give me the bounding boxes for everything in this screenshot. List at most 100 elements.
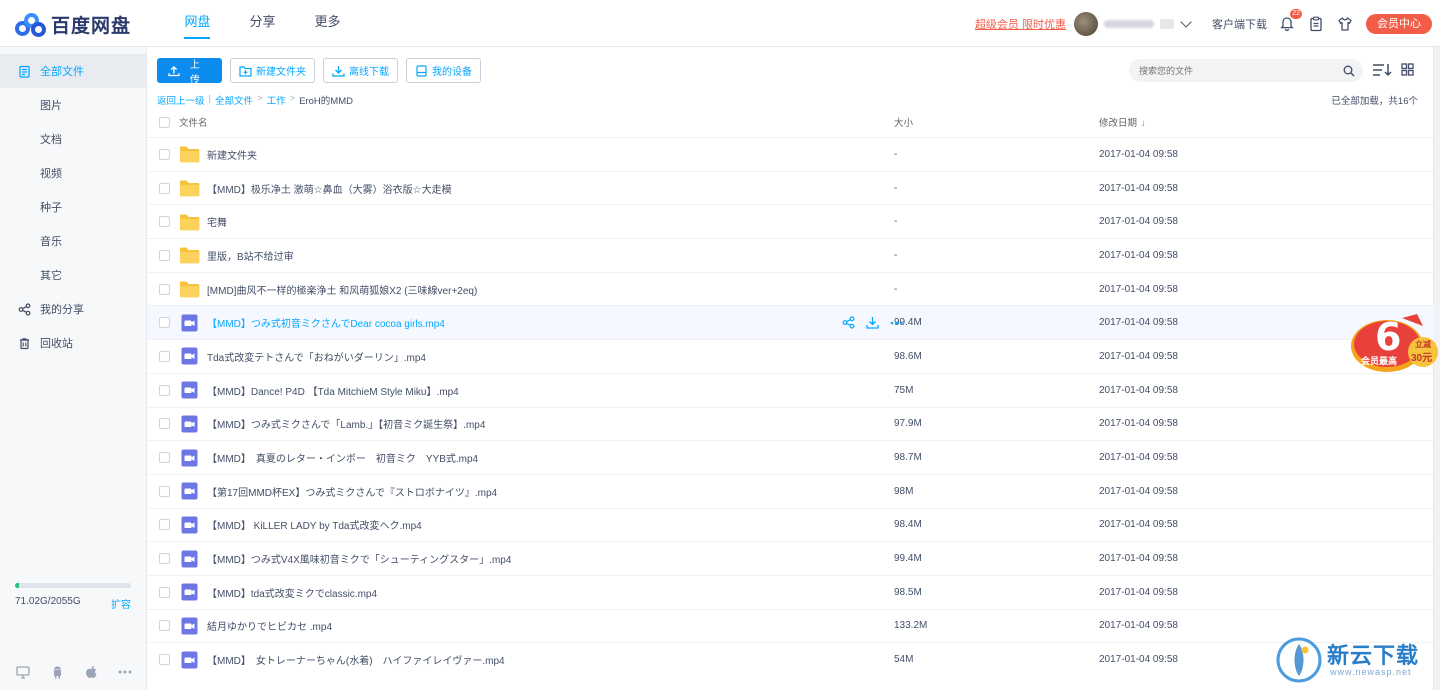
nav-share[interactable]: 分享: [230, 0, 295, 47]
expand-storage-link[interactable]: 扩容: [111, 596, 131, 611]
file-name[interactable]: 結月ゆかりでヒビカセ .mp4: [207, 618, 332, 633]
avatar[interactable]: [1074, 11, 1098, 36]
sidebar-item-my-shares[interactable]: 我的分享: [0, 292, 146, 326]
search-icon[interactable]: [1343, 65, 1355, 80]
table-row[interactable]: 【MMD】つみ式ミクさんで「Lamb.」【初音ミク誕生祭】.mp4 97.9M 20…: [147, 406, 1434, 441]
row-checkbox[interactable]: [159, 620, 170, 632]
row-checkbox[interactable]: [159, 654, 170, 666]
row-checkbox[interactable]: [159, 249, 170, 261]
video-file-icon[interactable]: [179, 314, 200, 332]
row-checkbox[interactable]: [159, 350, 170, 362]
sidebar-item-music[interactable]: 音乐: [0, 224, 146, 258]
row-checkbox[interactable]: [159, 148, 170, 160]
table-row[interactable]: 結月ゆかりでヒビカセ .mp4 133.2M 2017-01-04 09:58: [147, 608, 1434, 643]
file-name[interactable]: 里版，B站不给过审: [207, 248, 294, 263]
video-file-icon[interactable]: [179, 381, 200, 399]
sort-desc-arrow-icon[interactable]: ↓: [1141, 118, 1146, 129]
notification-bell-icon[interactable]: 22: [1279, 8, 1302, 32]
new-folder-button[interactable]: 新建文件夹: [230, 58, 315, 83]
table-row[interactable]: 【MMD】つみ式初音ミクさんでDear cocoa girls.mp4 99.4M…: [147, 305, 1434, 340]
offline-download-button[interactable]: 离线下载: [323, 58, 398, 83]
table-row[interactable]: 【MMD】极乐净土 激萌☆鼻血（大雾）浴衣版☆大走模 - 2017-01-04 09…: [147, 170, 1434, 205]
table-row[interactable]: 【MMD】Dance! P4D 【Tda MitchieM Style Miku…: [147, 372, 1434, 407]
search-input[interactable]: [1129, 59, 1363, 82]
video-file-icon[interactable]: [179, 651, 200, 669]
table-row[interactable]: 【MMD】 女トレーナーちゃん(水着) ハイファイレイヴァー.mp4 54M 201…: [147, 642, 1434, 676]
my-devices-button[interactable]: 我的设备: [406, 58, 481, 83]
sidebar-item-documents[interactable]: 文档: [0, 122, 146, 156]
username-blurred[interactable]: [1104, 19, 1154, 28]
logo[interactable]: 百度网盘: [15, 11, 131, 38]
folder-icon[interactable]: [179, 280, 200, 298]
folder-icon[interactable]: [179, 246, 200, 264]
video-file-icon[interactable]: [179, 415, 200, 433]
select-all-checkbox[interactable]: [159, 116, 170, 128]
vip-promo-badge[interactable]: 6 立减 30元 会员最高: [1347, 312, 1439, 376]
row-checkbox[interactable]: [159, 182, 170, 194]
folder-icon[interactable]: [179, 179, 200, 197]
folder-icon[interactable]: [179, 213, 200, 231]
video-file-icon[interactable]: [179, 550, 200, 568]
client-download-link[interactable]: 客户端下载: [1212, 16, 1267, 32]
sidebar-item-videos[interactable]: 视频: [0, 156, 146, 190]
table-row[interactable]: 宅舞 - 2017-01-04 09:58: [147, 204, 1434, 238]
download-icon[interactable]: [865, 315, 880, 330]
file-name[interactable]: 【MMD】 真夏のレター・インボー 初音ミク YYB式.mp4: [207, 450, 478, 465]
row-checkbox[interactable]: [159, 317, 170, 329]
tshirt-skin-icon[interactable]: [1337, 16, 1353, 32]
apple-icon[interactable]: [83, 665, 99, 679]
desktop-icon[interactable]: [15, 665, 31, 679]
video-file-icon[interactable]: [179, 516, 200, 534]
file-name[interactable]: 【MMD】つみ式V4X風味初音ミクで「シューティングスター」.mp4: [207, 551, 511, 566]
table-row[interactable]: Tda式改変テトさんで「おねがいダーリン」.mp4 98.6M 2017-01-04…: [147, 339, 1434, 373]
video-file-icon[interactable]: [179, 617, 200, 635]
sidebar-item-images[interactable]: 图片: [0, 88, 146, 122]
clipboard-icon[interactable]: [1308, 16, 1324, 32]
video-file-icon[interactable]: [179, 482, 200, 500]
vip-center-button[interactable]: 会员中心: [1366, 13, 1432, 34]
sidebar-item-recycle-bin[interactable]: 回收站: [0, 326, 146, 360]
file-name[interactable]: 【MMD】つみ式初音ミクさんでDear cocoa girls.mp4: [207, 315, 445, 330]
table-row[interactable]: 【第17回MMD杯EX】つみ式ミクさんで『ストロボナイツ』.mp4 98M 2017…: [147, 473, 1434, 508]
share-icon[interactable]: [841, 315, 856, 330]
breadcrumb-folder[interactable]: 工作: [267, 93, 286, 107]
file-name[interactable]: 新建文件夹: [207, 147, 257, 162]
column-header-name[interactable]: 文件名: [179, 115, 208, 129]
file-name[interactable]: 【MMD】tda式改変ミクでclassic.mp4: [207, 585, 377, 600]
column-header-size[interactable]: 大小: [894, 118, 913, 129]
table-row[interactable]: 【MMD】 真夏のレター・インボー 初音ミク YYB式.mp4 98.7M 2017…: [147, 440, 1434, 474]
row-checkbox[interactable]: [159, 418, 170, 430]
sort-toggle-icon[interactable]: [1372, 63, 1392, 80]
super-vip-promo-link[interactable]: 超级会员 限时优惠: [975, 16, 1066, 32]
file-name[interactable]: 【MMD】 女トレーナーちゃん(水着) ハイファイレイヴァー.mp4: [207, 652, 505, 667]
more-options-icon[interactable]: [889, 315, 904, 330]
column-header-date[interactable]: 修改日期: [1099, 118, 1137, 129]
table-row[interactable]: [MMD]曲风不一样的極楽浄土 和风萌狐娘X2 (三味線ver+2eq) - 201…: [147, 271, 1434, 306]
table-row[interactable]: 【MMD】 KiLLER LADY by Tda式改変ヘク.mp4 98.4M 20…: [147, 507, 1434, 542]
chevron-down-icon[interactable]: [1180, 15, 1192, 28]
video-file-icon[interactable]: [179, 583, 200, 601]
row-checkbox[interactable]: [159, 283, 170, 295]
folder-icon[interactable]: [179, 145, 200, 163]
more-platforms-icon[interactable]: [117, 665, 133, 679]
file-name[interactable]: 【MMD】つみ式ミクさんで「Lamb.」【初音ミク誕生祭】.mp4: [207, 416, 485, 431]
row-checkbox[interactable]: [159, 519, 170, 531]
file-name[interactable]: 宅舞: [207, 214, 227, 229]
video-file-icon[interactable]: [179, 449, 200, 467]
video-file-icon[interactable]: [179, 347, 200, 365]
android-icon[interactable]: [49, 665, 65, 679]
row-checkbox[interactable]: [159, 586, 170, 598]
sidebar-item-all-files[interactable]: 全部文件: [0, 54, 146, 88]
file-name[interactable]: Tda式改変テトさんで「おねがいダーリン」.mp4: [207, 349, 426, 364]
breadcrumb-back[interactable]: 返回上一级: [157, 93, 205, 107]
table-row[interactable]: 【MMD】tda式改変ミクでclassic.mp4 98.5M 2017-01-04…: [147, 574, 1434, 609]
sidebar-item-other[interactable]: 其它: [0, 258, 146, 292]
table-row[interactable]: 【MMD】つみ式V4X風味初音ミクで「シューティングスター」.mp4 99.4M 2…: [147, 541, 1434, 575]
upload-button[interactable]: 上传: [157, 58, 222, 86]
grid-view-icon[interactable]: [1401, 63, 1414, 79]
row-checkbox[interactable]: [159, 485, 170, 497]
nav-more[interactable]: 更多: [295, 0, 360, 47]
row-checkbox[interactable]: [159, 452, 170, 464]
row-checkbox[interactable]: [159, 553, 170, 565]
table-row[interactable]: 新建文件夹 - 2017-01-04 09:58: [147, 137, 1434, 171]
